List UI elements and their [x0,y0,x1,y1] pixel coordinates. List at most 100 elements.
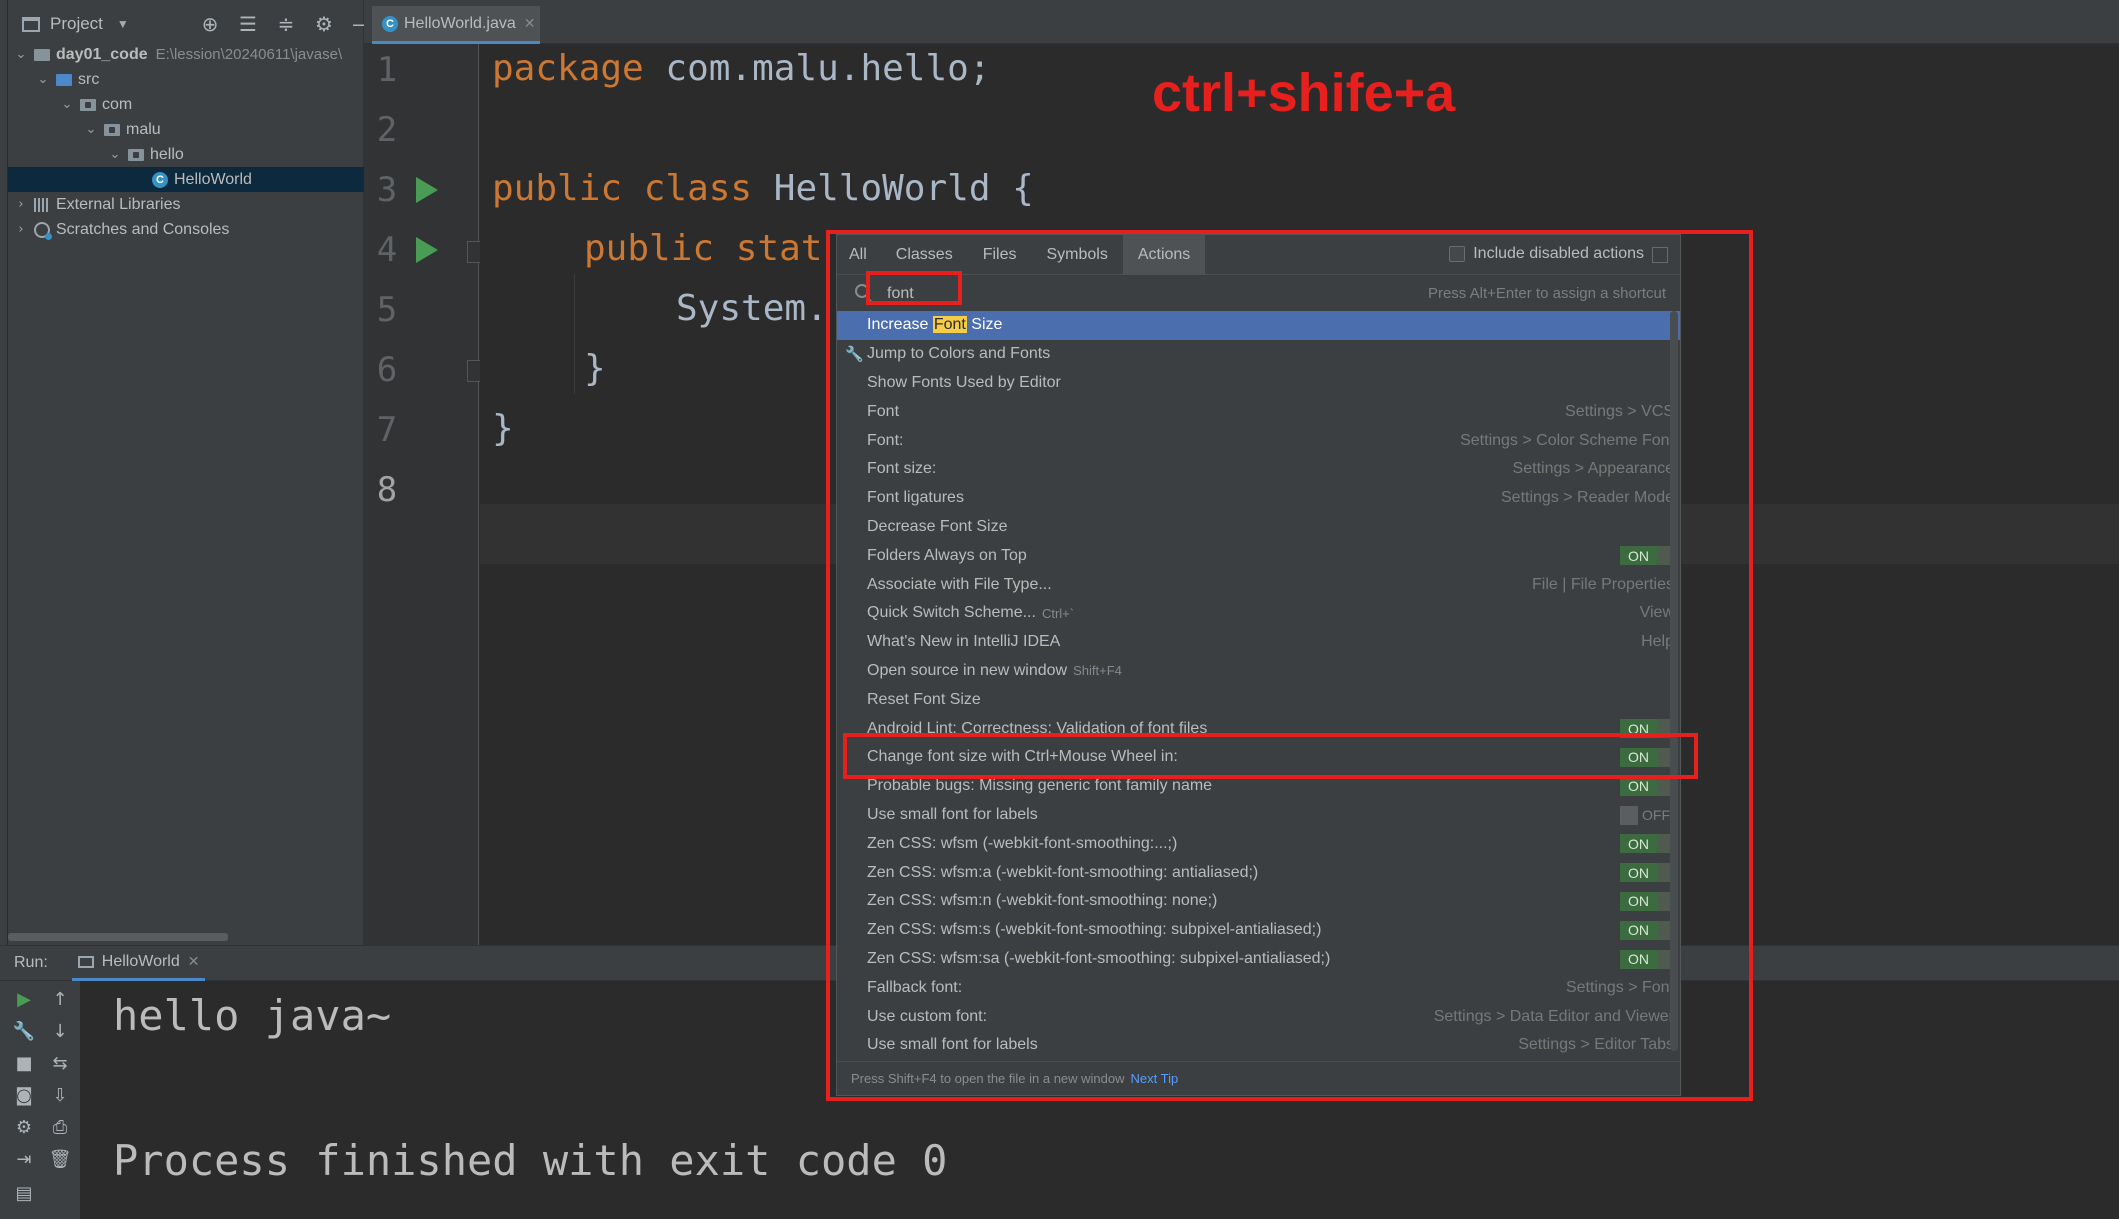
toggle-switch[interactable]: ON [1620,776,1674,796]
checkbox[interactable] [1449,246,1466,262]
list-item[interactable]: Decrease Font Size [837,513,1680,542]
list-item[interactable]: Zen CSS: wfsm:sa (-webkit-font-smoothing… [837,945,1680,974]
tree-item-malu[interactable]: ⌄ malu [8,117,364,142]
layout-icon[interactable]: ▤ [12,1181,36,1205]
preview-icon[interactable] [1652,247,1668,263]
result-label: Reset Font Size [867,690,981,708]
list-item[interactable]: Increase Font Size [837,311,1680,340]
camera-icon[interactable]: ◙ [12,1083,36,1107]
toggle-switch[interactable]: ON [1620,719,1674,739]
horizontal-scrollbar[interactable] [8,933,228,941]
collapse-all-icon[interactable]: ≑ [274,12,298,36]
toggle-switch[interactable]: ON [1620,747,1674,767]
editor-tab-helloworld[interactable]: C HelloWorld.java ✕ [372,6,540,44]
stop-icon[interactable]: ■ [12,1051,36,1075]
chevron-down-icon[interactable]: ⌄ [84,122,98,137]
toggle-switch[interactable]: OFF [1620,805,1674,825]
list-item[interactable]: Associate with File Type... File | File … [837,570,1680,599]
arrow-up-icon[interactable]: ↑ [48,987,72,1011]
result-label: Font size: [867,460,937,478]
run-class-icon[interactable] [416,177,438,203]
project-title: Project [50,14,103,33]
wrench-icon[interactable]: 🔧 [12,1019,36,1043]
tree-item-helloworld[interactable]: C HelloWorld [8,167,364,192]
tree-item-hello[interactable]: ⌄ hello [8,142,364,167]
close-icon[interactable]: ✕ [188,953,200,970]
list-item[interactable]: Font ligatures Settings > Reader Mode [837,484,1680,513]
toggle-state: ON [1620,920,1657,940]
result-label: Use small font for labels [867,805,1038,823]
list-item[interactable]: Zen CSS: wfsm (-webkit-font-smoothing:..… [837,829,1680,858]
chevron-right-icon[interactable]: › [14,197,28,212]
chevron-down-icon[interactable]: ⌄ [36,72,50,87]
list-item[interactable]: Probable bugs: Missing generic font fami… [837,772,1680,801]
arrow-down-icon[interactable]: ↓ [48,1019,72,1043]
run-main-icon[interactable] [416,237,438,263]
include-disabled-checkbox[interactable]: Include disabled actions [1449,245,1644,263]
toggle-switch[interactable]: ON [1620,863,1674,883]
close-icon[interactable]: ✕ [524,15,536,32]
result-label: Zen CSS: wfsm (-webkit-font-smoothing:..… [867,834,1178,852]
tab-files[interactable]: Files [968,235,1032,275]
tab-symbols[interactable]: Symbols [1031,235,1122,275]
toggle-switch[interactable]: ON [1620,891,1674,911]
list-item[interactable]: Change font size with Ctrl+Mouse Wheel i… [837,743,1680,772]
project-toolbar: ⊕ ☰ ≑ ⚙ — [198,12,374,36]
list-item[interactable]: Show Fonts Used by Editor [837,369,1680,398]
next-tip-link[interactable]: Next Tip [1131,1071,1179,1086]
list-item[interactable]: Use custom font: Settings > Data Editor … [837,1002,1680,1031]
list-item[interactable]: Zen CSS: wfsm:a (-webkit-font-smoothing:… [837,858,1680,887]
tree-item-scratches[interactable]: › Scratches and Consoles [8,217,364,242]
chevron-right-icon[interactable]: › [14,222,28,237]
expand-all-icon[interactable]: ☰ [236,12,260,36]
run-tab-helloworld[interactable]: HelloWorld ✕ [71,945,206,981]
line-number: 3 [376,170,398,210]
tab-actions[interactable]: Actions [1122,234,1206,275]
chevron-down-icon[interactable]: ⌄ [14,47,28,62]
toggle-switch[interactable]: ON [1620,546,1674,566]
locate-icon[interactable]: ⊕ [198,12,222,36]
toggle-switch[interactable]: ON [1620,920,1674,940]
tab-all[interactable]: All [837,235,881,275]
list-item[interactable]: Use small font for labels OFF [837,801,1680,830]
list-item[interactable]: Quick Switch Scheme... Ctrl+` View [837,599,1680,628]
list-item[interactable]: Zen CSS: wfsm:s (-webkit-font-smoothing:… [837,916,1680,945]
list-item[interactable]: Reset Font Size [837,685,1680,714]
tree-item-com[interactable]: ⌄ com [8,92,364,117]
chevron-down-icon[interactable]: ⌄ [108,147,122,162]
trash-icon[interactable]: 🗑 [48,1147,72,1171]
tree-item-day01-code[interactable]: ⌄ day01_code E:\lession\20240611\javase\ [8,42,364,67]
toggle-switch[interactable]: ON [1620,834,1674,854]
keyword: public stat [584,228,823,269]
list-item[interactable]: Use small font for labels Settings > Edi… [837,1031,1680,1060]
list-item[interactable]: Font size: Settings > Appearance [837,455,1680,484]
search-input[interactable] [887,282,1187,306]
list-item[interactable]: What's New in IntelliJ IDEA Help [837,628,1680,657]
list-item[interactable]: Fallback font: Settings > Font [837,973,1680,1002]
rerun-icon[interactable]: ▶ [12,987,36,1011]
soft-wrap-icon[interactable]: ⇆ [48,1051,72,1075]
list-item[interactable]: 🔧 Jump to Colors and Fonts [837,340,1680,369]
list-item[interactable]: Zen CSS: wfsm:n (-webkit-font-smoothing:… [837,887,1680,916]
result-shortcut: Ctrl+` [1041,605,1075,621]
exit-icon[interactable]: ⇥ [12,1147,36,1171]
vertical-scrollbar[interactable] [1670,311,1678,1051]
list-item[interactable]: Font Settings > VCS [837,397,1680,426]
toggle-switch[interactable]: ON [1620,949,1674,969]
list-item[interactable]: Open source in new window Shift+F4 [837,657,1680,686]
print-icon[interactable]: ⎙ [48,1115,72,1139]
scroll-to-end-icon[interactable]: ⇩ [48,1083,72,1107]
chevron-down-icon[interactable]: ▼ [117,17,129,31]
settings-icon[interactable]: ⚙ [12,1115,36,1139]
tree-item-src[interactable]: ⌄ src [8,67,364,92]
scratches-icon [34,221,52,240]
list-item[interactable]: Folders Always on Top ON [837,541,1680,570]
list-item[interactable]: Android Lint: Correctness: Validation of… [837,714,1680,743]
toggle-knob [1620,805,1638,825]
tree-item-external-libraries[interactable]: › External Libraries [8,192,364,217]
chevron-down-icon[interactable]: ⌄ [60,97,74,112]
gear-icon[interactable]: ⚙ [312,12,336,36]
console-output-line: hello java~ [113,991,392,1040]
tab-classes[interactable]: Classes [881,235,968,275]
list-item[interactable]: Font: Settings > Color Scheme Font [837,426,1680,455]
